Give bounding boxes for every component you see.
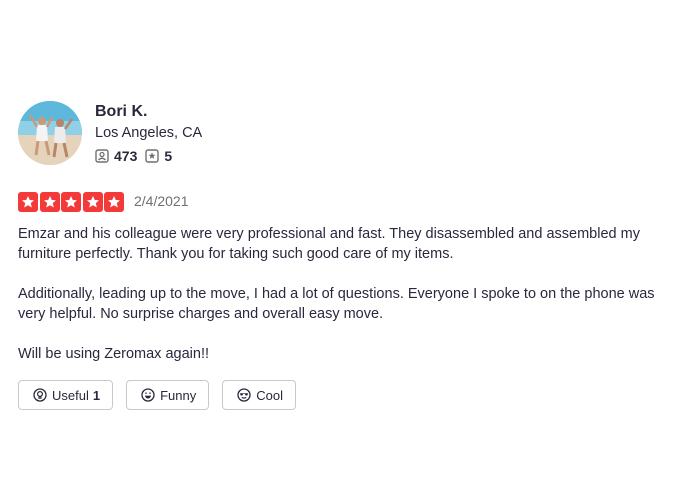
rating-star — [18, 192, 38, 212]
funny-button[interactable]: Funny — [126, 380, 210, 410]
useful-count: 1 — [92, 387, 101, 403]
funny-label: Funny — [160, 387, 197, 403]
friends-count: 473 — [114, 148, 138, 164]
reviewer-name[interactable]: Bori K. — [95, 103, 147, 121]
star-icon — [65, 196, 77, 208]
star-icon — [108, 196, 120, 208]
rating-star — [39, 192, 60, 212]
star-icon — [86, 196, 99, 208]
reviews-stat: 5 — [145, 148, 172, 164]
friends-stat: 473 — [95, 148, 137, 164]
reaction-buttons: Useful 1 Funny Cool — [18, 380, 309, 410]
reviewer-location: Los Angeles, CA — [95, 125, 203, 141]
rating-star — [61, 192, 81, 212]
review-paragraph: Will be using Zeromax again!! — [18, 346, 209, 362]
review-paragraph: Emzar and his colleague were very profes… — [18, 226, 640, 262]
rating-star — [82, 192, 103, 212]
rating-star — [104, 192, 124, 212]
review-date: 2/4/2021 — [134, 193, 189, 209]
funny-face-icon — [141, 388, 155, 402]
friends-icon — [95, 149, 109, 163]
star-icon — [22, 196, 34, 208]
reviewer-stats: 473 5 — [95, 148, 180, 164]
useful-button[interactable]: Useful 1 — [18, 380, 114, 410]
useful-label: Useful — [52, 387, 89, 403]
reviews-count: 5 — [164, 148, 173, 164]
review-text: Emzar and his colleague were very profes… — [18, 224, 678, 384]
star-rating — [18, 192, 126, 212]
avatar[interactable] — [18, 101, 82, 165]
avatar-photo — [18, 101, 82, 165]
sunglasses-face-icon — [237, 388, 251, 402]
cool-button[interactable]: Cool — [222, 380, 296, 410]
review-paragraph: Additionally, leading up to the move, I … — [18, 286, 655, 322]
star-icon — [43, 196, 56, 208]
lightbulb-icon — [33, 388, 47, 402]
cool-label: Cool — [256, 387, 283, 403]
star-badge-icon — [145, 149, 160, 163]
